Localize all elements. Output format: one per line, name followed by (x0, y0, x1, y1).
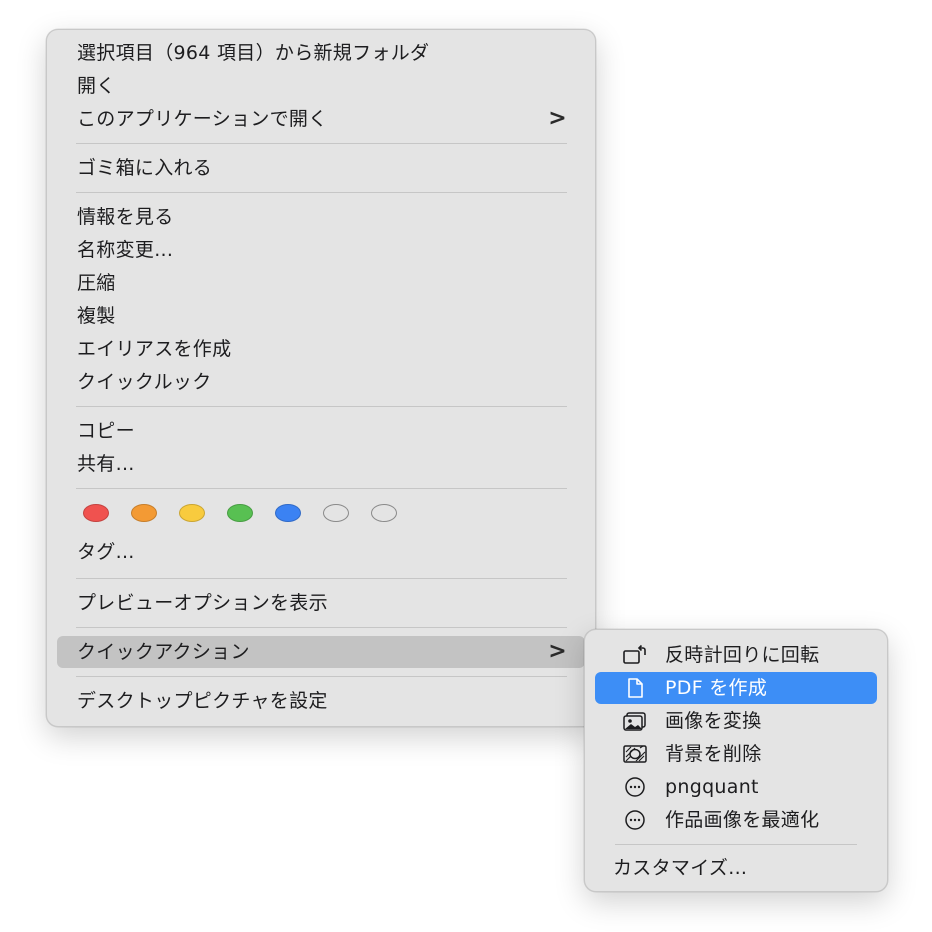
menu-item-label: 選択項目（964 項目）から新規フォルダ (77, 42, 430, 64)
submenu-item-label: 画像を変換 (665, 710, 762, 732)
submenu-item-rotate-left[interactable]: 反時計回りに回転 (595, 639, 877, 671)
menu-item-tags[interactable]: タグ... (57, 536, 585, 568)
tag-orange-dot[interactable] (131, 504, 157, 522)
menu-item-label: このアプリケーションで開く (77, 108, 328, 130)
menu-item-get-info[interactable]: 情報を見る (57, 201, 585, 233)
menu-item-rename[interactable]: 名称変更... (57, 234, 585, 266)
ellipsis-circle-icon (622, 809, 648, 831)
menu-item-label: 名称変更... (77, 239, 174, 261)
tag-blue-dot[interactable] (275, 504, 301, 522)
submenu-item-label: 背景を削除 (665, 743, 762, 765)
menu-separator (76, 578, 567, 579)
submenu-item-label: カスタマイズ... (613, 857, 748, 879)
menu-item-label: コピー (77, 420, 135, 442)
tag-red-dot[interactable] (83, 504, 109, 522)
photos-icon (622, 710, 648, 732)
menu-separator (76, 406, 567, 407)
submenu-item-create-pdf[interactable]: PDF を作成 (595, 672, 877, 704)
context-menu: 選択項目（964 項目）から新規フォルダ 開く このアプリケーションで開く > … (46, 29, 596, 727)
menu-item-show-preview-options[interactable]: プレビューオプションを表示 (57, 587, 585, 619)
menu-item-label: ゴミ箱に入れる (77, 157, 213, 179)
menu-item-label: プレビューオプションを表示 (77, 592, 328, 614)
menu-item-label: 複製 (77, 305, 116, 327)
tag-green-dot[interactable] (227, 504, 253, 522)
ellipsis-circle-icon (622, 776, 648, 798)
submenu-item-convert-image[interactable]: 画像を変換 (595, 705, 877, 737)
menu-item-duplicate[interactable]: 複製 (57, 300, 585, 332)
menu-item-label: 圧縮 (77, 272, 116, 294)
menu-separator (76, 192, 567, 193)
menu-item-share[interactable]: 共有... (57, 448, 585, 480)
menu-item-open-with[interactable]: このアプリケーションで開く > (57, 103, 585, 135)
menu-item-make-alias[interactable]: エイリアスを作成 (57, 333, 585, 365)
menu-item-new-folder-from-selection[interactable]: 選択項目（964 項目）から新規フォルダ (57, 37, 585, 69)
document-icon (622, 677, 648, 699)
submenu-item-label: PDF を作成 (665, 677, 768, 699)
menu-item-move-to-trash[interactable]: ゴミ箱に入れる (57, 152, 585, 184)
tag-purple-dot[interactable] (323, 504, 349, 522)
menu-item-label: クイックアクション (77, 641, 250, 663)
menu-item-open[interactable]: 開く (57, 70, 585, 102)
menu-item-label: 開く (77, 75, 116, 97)
menu-separator (76, 627, 567, 628)
menu-item-label: エイリアスを作成 (77, 338, 232, 360)
menu-item-label: 情報を見る (77, 206, 174, 228)
chevron-right-icon: > (548, 106, 567, 131)
menu-item-label: タグ... (77, 541, 135, 563)
submenu-item-remove-background[interactable]: 背景を削除 (595, 738, 877, 770)
menu-item-label: クイックルック (77, 371, 212, 393)
quick-actions-submenu: 反時計回りに回転 PDF を作成 画像を変換 背景を削除 pngquant 作品… (584, 629, 888, 892)
menu-item-label: デスクトップピクチャを設定 (77, 690, 328, 712)
menu-separator (76, 143, 567, 144)
menu-separator (76, 676, 567, 677)
menu-item-label: 共有... (77, 453, 135, 475)
submenu-item-pngquant[interactable]: pngquant (595, 771, 877, 803)
menu-item-quick-actions[interactable]: クイックアクション > (57, 636, 585, 668)
submenu-item-label: 反時計回りに回転 (665, 644, 820, 666)
chevron-right-icon: > (548, 639, 567, 664)
tag-yellow-dot[interactable] (179, 504, 205, 522)
tag-gray-dot[interactable] (371, 504, 397, 522)
menu-item-copy[interactable]: コピー (57, 415, 585, 447)
submenu-item-customize[interactable]: カスタマイズ... (595, 852, 877, 884)
remove-background-icon (622, 743, 648, 765)
menu-separator (615, 844, 857, 845)
submenu-item-label: 作品画像を最適化 (665, 809, 820, 831)
submenu-item-label: pngquant (665, 776, 759, 798)
menu-item-quick-look[interactable]: クイックルック (57, 366, 585, 398)
menu-separator (76, 488, 567, 489)
submenu-item-optimize-artwork[interactable]: 作品画像を最適化 (595, 804, 877, 836)
menu-item-compress[interactable]: 圧縮 (57, 267, 585, 299)
rotate-left-icon (622, 644, 648, 666)
menu-item-set-desktop-picture[interactable]: デスクトップピクチャを設定 (57, 685, 585, 717)
